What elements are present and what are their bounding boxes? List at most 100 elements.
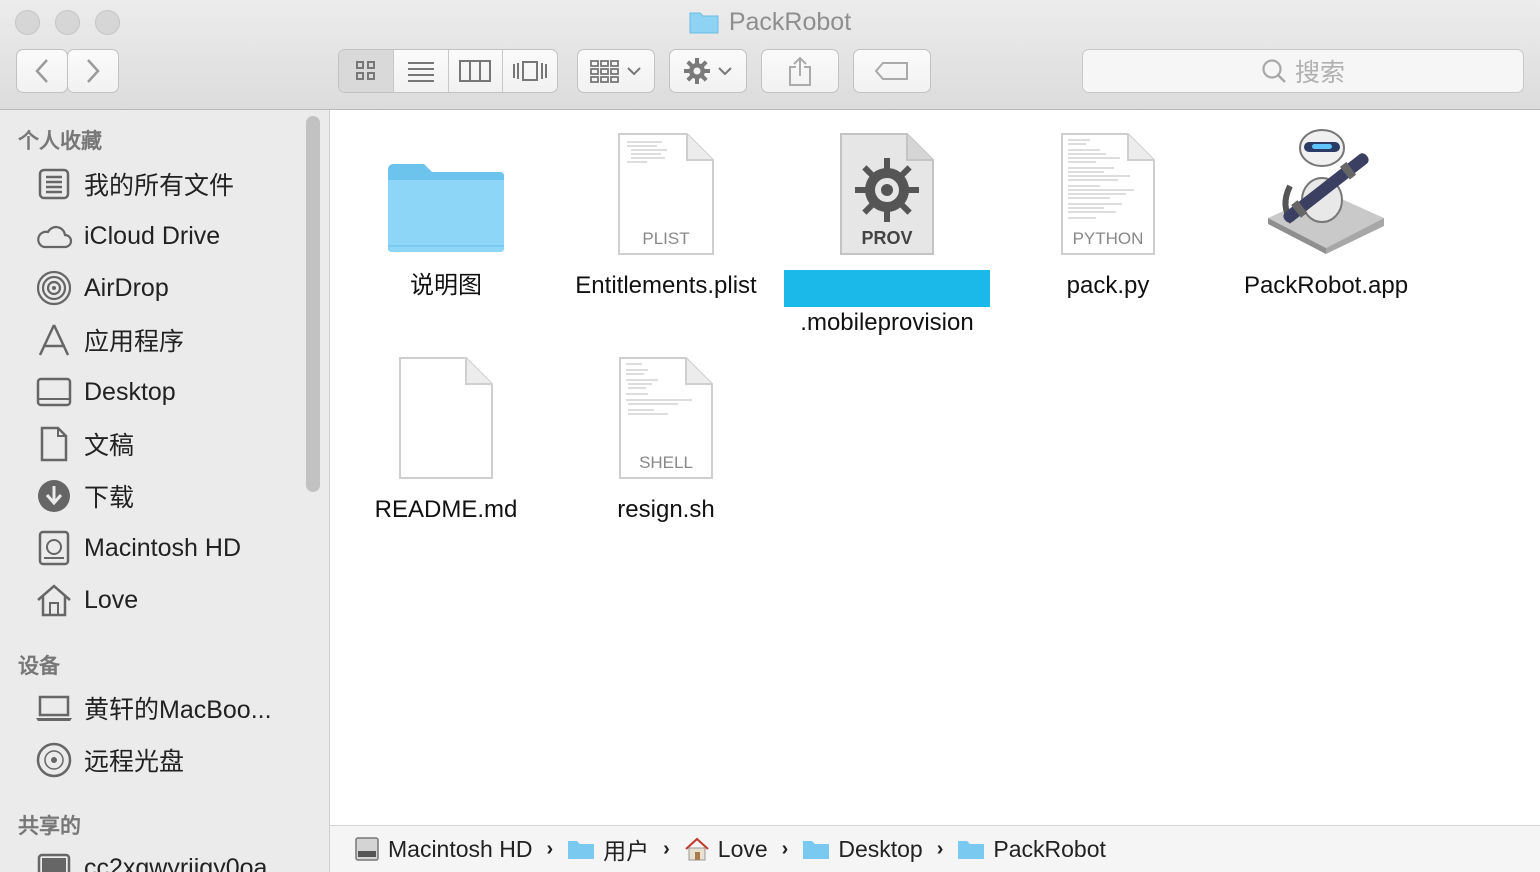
forward-button[interactable] [67,49,119,93]
sidebar-item-airdrop[interactable]: AirDrop [34,266,169,310]
sidebar-item-macintosh-hd[interactable]: Macintosh HD [34,526,241,570]
share-icon [789,56,811,86]
file-type-badge: PYTHON [1073,229,1144,248]
sidebar-scrollbar[interactable] [306,116,320,492]
cover-flow-icon [513,61,548,81]
disc-icon [34,740,74,780]
file-name: 说明图 [410,272,482,299]
sidebar-item-love[interactable]: Love [34,578,138,622]
list-view-button[interactable] [394,50,449,92]
file-item[interactable]: 说明图 [336,120,556,302]
automator-robot-icon [1216,120,1436,256]
sidebar-item-label: 黄轩的MacBoo... [84,696,272,724]
path-item-label: Love [717,835,768,862]
list-icon [407,62,434,82]
icon-view-button[interactable] [339,50,394,92]
sidebar-item-macbook[interactable]: 黄轩的MacBoo... [34,686,272,730]
all-files-icon [34,164,74,204]
sidebar-item-label: Macintosh HD [84,533,241,562]
download-icon [34,476,74,516]
file-name: resign.sh [617,496,715,523]
plist-document-icon: PLIST [556,120,776,256]
arrange-grid-icon [590,60,619,83]
back-button[interactable] [16,49,68,93]
sidebar-item-label: Desktop [84,377,176,406]
gear-icon [684,58,710,84]
sidebar-item-shared-computer[interactable]: cc2xgwyriigy0oa [34,846,267,872]
sidebar-item-icloud-drive[interactable]: iCloud Drive [34,214,220,258]
network-computer-icon [34,848,74,872]
sidebar-item-label: Love [84,585,139,614]
laptop-icon [34,688,74,728]
hard-drive-icon [34,528,74,568]
sidebar: 个人收藏 我的所有文件 iCloud Drive AirDrop 应用程序 De… [0,110,330,872]
file-item[interactable]: PackRobot.app [1216,120,1436,302]
path-item-macintosh-hd[interactable]: Macintosh HD [354,836,532,863]
column-view-button[interactable] [449,50,504,92]
action-button[interactable] [669,49,747,93]
sidebar-item-label: 应用程序 [84,328,185,356]
sidebar-item-applications[interactable]: 应用程序 [34,318,184,362]
sidebar-item-all-files[interactable]: 我的所有文件 [34,162,234,206]
documents-icon [34,424,74,464]
file-type-badge: PROV [861,228,912,248]
chevron-right-icon: › [546,837,554,860]
file-item[interactable]: PLIST Entitlements.plist [556,120,776,302]
sidebar-item-label: AirDrop [84,273,169,302]
sidebar-item-downloads[interactable]: 下载 [34,474,134,518]
chevron-down-icon [718,67,732,76]
sidebar-section-devices: 设备 [18,655,60,678]
sidebar-item-label: 我的所有文件 [84,172,235,200]
sidebar-item-remote-disc[interactable]: 远程光盘 [34,738,184,782]
sidebar-section-shared: 共享的 [18,815,81,838]
folder-icon [336,120,556,256]
finder-window: PackRobot 搜索 个人收藏 我的所有文件 iCloud Drive Ai… [0,0,1540,872]
chevron-right-icon: › [936,837,944,860]
path-item-label: PackRobot [993,835,1106,862]
file-icon-view: 说明图 PLIST Entitlements.plist PROV .mobil… [330,110,1540,824]
chevron-down-icon [627,67,641,76]
tag-icon [874,62,908,80]
chevron-right-icon: › [781,837,789,860]
folder-icon [802,838,830,860]
columns-icon [459,60,492,82]
applications-icon [34,320,74,360]
file-name: .mobileprovision [800,309,974,336]
sidebar-item-label: 远程光盘 [84,748,185,776]
file-item[interactable]: PYTHON pack.py [998,120,1218,302]
path-item-label: Macintosh HD [388,835,533,862]
search-placeholder: 搜索 [1294,59,1345,87]
folder-icon [957,838,985,860]
hard-drive-icon [354,836,380,862]
sidebar-item-label: iCloud Drive [84,221,221,250]
toolbar: PackRobot 搜索 [0,0,1540,110]
gallery-view-button[interactable] [503,50,557,92]
path-item-label: Desktop [838,835,923,862]
grid-icon [355,61,375,80]
path-item-love[interactable]: Love [684,836,768,863]
file-type-badge: PLIST [642,229,689,248]
file-item[interactable]: README.md [336,344,556,526]
home-icon [34,580,74,620]
path-item-packrobot[interactable]: PackRobot [957,836,1106,863]
shell-script-icon: SHELL [556,344,776,480]
file-item[interactable]: SHELL resign.sh [556,344,776,526]
chevron-left-icon [35,59,48,83]
share-button[interactable] [761,49,839,93]
sidebar-section-favorites: 个人收藏 [18,130,102,153]
tags-button[interactable] [853,49,931,93]
sidebar-item-label: cc2xgwyriigy0oa [84,853,268,872]
search-field[interactable]: 搜索 [1082,49,1524,93]
provisioning-profile-icon: PROV [776,120,998,256]
file-type-badge: SHELL [639,453,693,472]
sidebar-item-documents[interactable]: 文稿 [34,422,134,466]
home-icon [684,837,710,861]
blank-document-icon [336,344,556,480]
sidebar-item-desktop[interactable]: Desktop [34,370,176,414]
file-item[interactable]: PROV .mobileprovision [776,120,998,339]
path-item-desktop[interactable]: Desktop [802,835,923,863]
airdrop-icon [34,268,74,308]
arrange-button[interactable] [577,49,655,93]
python-document-icon: PYTHON [998,120,1218,256]
path-item-users[interactable]: 用户 [567,832,649,866]
